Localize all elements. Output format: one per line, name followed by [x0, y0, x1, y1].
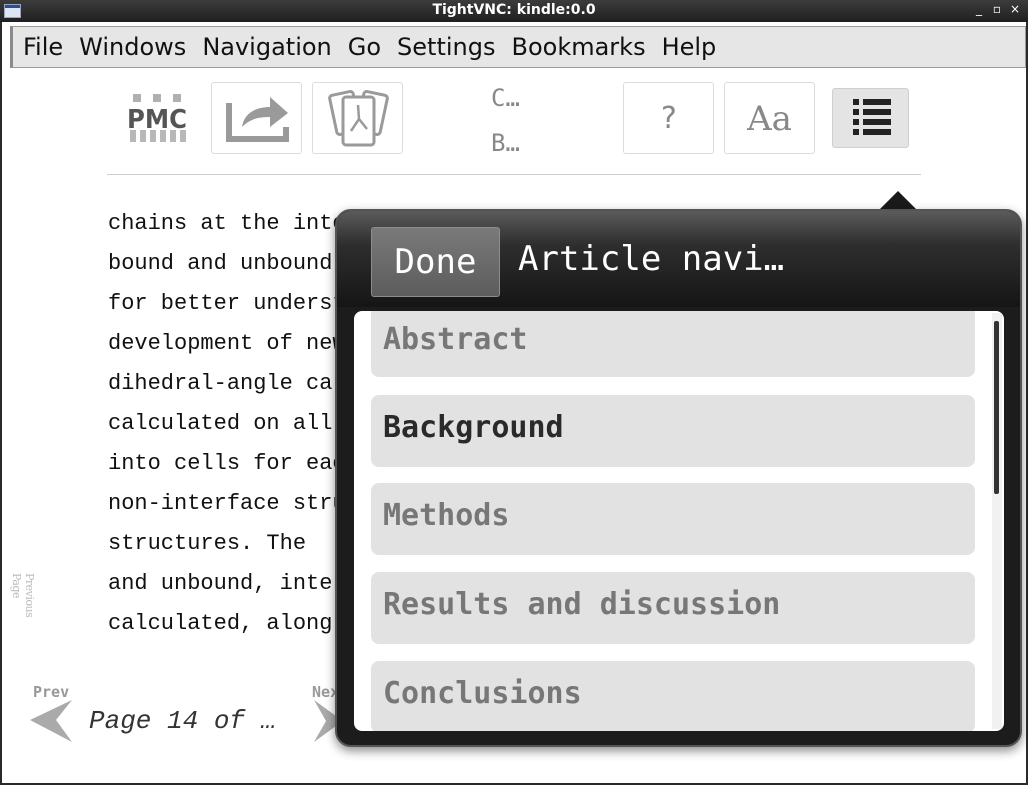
article-line: non-interface structures	[108, 491, 368, 516]
section-item-results-and-discussion[interactable]: Results and discussion	[371, 572, 975, 644]
scrollbar-thumb[interactable]	[994, 321, 999, 494]
article-line: structures. The	[108, 531, 307, 556]
article-line: development of new	[108, 331, 346, 356]
popover-pointer	[878, 191, 918, 211]
article-line: into cells for each	[108, 451, 359, 476]
close-button[interactable]: ×	[1007, 2, 1023, 16]
prev-page-button[interactable]	[28, 698, 74, 748]
pmc-logo-text: PMC	[127, 105, 187, 135]
menu-bookmarks[interactable]: Bookmarks	[511, 33, 645, 61]
section-item-methods[interactable]: Methods	[371, 483, 975, 555]
font-settings-button[interactable]: Aa	[724, 82, 815, 154]
share-button[interactable]	[211, 82, 302, 154]
done-button[interactable]: Done	[371, 227, 500, 297]
maximize-button[interactable]: ▫	[989, 2, 1005, 16]
menu-navigation[interactable]: Navigation	[202, 33, 331, 61]
share-icon	[226, 97, 289, 142]
menu-help[interactable]: Help	[662, 33, 717, 61]
prev-arrow-icon	[30, 700, 72, 742]
article-navigation-popover: Done Article navi… Abstract Background M…	[335, 209, 1022, 747]
article-line: and unbound, interface	[108, 571, 368, 596]
toolbar-truncated-label-bottom[interactable]: B…	[491, 129, 520, 157]
pdf-document-icon	[328, 90, 389, 147]
toolbar-truncated-label-top[interactable]: C…	[491, 84, 520, 112]
menu-bar: File Windows Navigation Go Settings Book…	[10, 26, 1026, 68]
article-line: calculated on all	[108, 411, 333, 436]
article-body: chains at the interface bound and unboun…	[108, 208, 368, 648]
menu-windows[interactable]: Windows	[79, 33, 186, 61]
article-line: calculated, along	[108, 611, 333, 636]
article-navigation-button[interactable]	[832, 88, 909, 148]
menu-settings[interactable]: Settings	[397, 33, 495, 61]
section-list[interactable]: Abstract Background Methods Results and …	[354, 311, 1004, 731]
section-item-background[interactable]: Background	[371, 395, 975, 467]
page-indicator: Page 14 of …	[89, 706, 277, 736]
pdf-button[interactable]	[312, 82, 403, 154]
minimize-button[interactable]: _	[971, 2, 987, 16]
article-line: bound and unbound	[108, 251, 333, 276]
list-icon	[853, 99, 891, 135]
article-line: for better understanding	[108, 291, 368, 316]
toolbar-divider	[107, 174, 921, 175]
popover-header: Done Article navi…	[337, 211, 1020, 307]
section-item-abstract[interactable]: Abstract	[371, 311, 975, 377]
previous-page-side-tab[interactable]: Previous Page	[10, 573, 36, 643]
next-arrow-icon	[314, 700, 336, 742]
article-line: dihedral-angle calculations	[108, 371, 368, 396]
window-title: TightVNC: kindle:0.0	[432, 2, 596, 18]
window-title-bar: TightVNC: kindle:0.0 _ ▫ ×	[0, 0, 1028, 22]
section-item-conclusions[interactable]: Conclusions	[371, 661, 975, 731]
pmc-logo[interactable]: PMC	[126, 92, 188, 144]
help-button[interactable]: ?	[623, 82, 714, 154]
menu-go[interactable]: Go	[348, 33, 381, 61]
menu-file[interactable]: File	[23, 33, 63, 61]
next-page-button[interactable]	[312, 698, 336, 748]
article-line: chains at the interface	[108, 211, 368, 236]
popover-title: Article navi…	[518, 239, 785, 279]
